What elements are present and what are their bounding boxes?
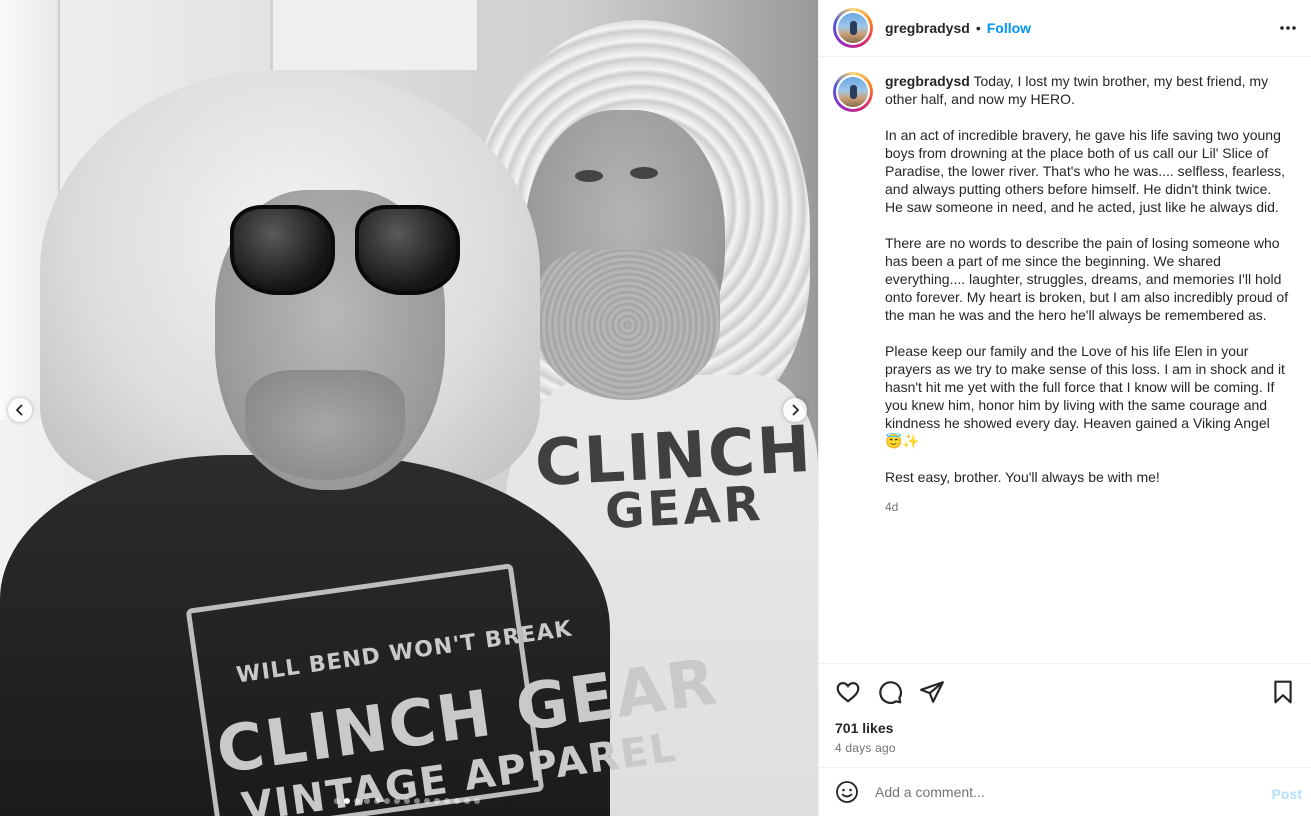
like-count[interactable]: 701 likes xyxy=(835,720,893,736)
carousel-dot xyxy=(434,798,440,804)
caption-gap xyxy=(885,108,1290,126)
carousel-dot xyxy=(364,798,370,804)
carousel-dot xyxy=(394,798,400,804)
action-bar: 701 likes 4 days ago xyxy=(819,663,1311,767)
caption-paragraph: Please keep our family and the Love of h… xyxy=(885,343,1289,449)
shirt-right-text-line: GEAR xyxy=(603,475,765,541)
more-horizontal-icon xyxy=(1280,26,1296,30)
photo-person-right-beard xyxy=(535,250,720,400)
comment-icon[interactable] xyxy=(877,679,903,705)
caption-username[interactable]: gregbradysd xyxy=(885,73,970,89)
follow-button[interactable]: Follow xyxy=(987,20,1031,36)
carousel-dot xyxy=(344,798,350,804)
story-ring[interactable] xyxy=(833,8,873,48)
caption-paragraph: gregbradysd Today, I lost my twin brothe… xyxy=(885,72,1290,108)
carousel-dot xyxy=(374,798,380,804)
photo-door-frame xyxy=(270,0,480,70)
caption-paragraph: There are no words to describe the pain … xyxy=(885,235,1292,323)
caption-avatar xyxy=(836,75,870,109)
more-options-button[interactable] xyxy=(1278,18,1298,38)
post-media[interactable]: CLINCH GEAR WILL BEND WON'T BREAK CLINCH… xyxy=(0,0,818,816)
post-header: gregbradysd • Follow xyxy=(819,0,1311,57)
caption-timestamp[interactable]: 4d xyxy=(885,498,1290,516)
sunglasses-lens xyxy=(355,205,460,295)
header-separator: • xyxy=(975,20,981,36)
caption-paragraph: Rest easy, brother. You'll always be wit… xyxy=(885,469,1160,485)
photo-sunglasses xyxy=(230,205,465,300)
header-username[interactable]: gregbradysd xyxy=(885,20,970,36)
carousel-dot xyxy=(474,798,480,804)
post-comment-button[interactable]: Post xyxy=(1272,786,1302,802)
carousel-dot xyxy=(454,798,460,804)
carousel-dot xyxy=(384,798,390,804)
post-date: 4 days ago xyxy=(835,741,896,755)
carousel-dot xyxy=(464,798,470,804)
share-icon[interactable] xyxy=(919,679,945,705)
action-icons xyxy=(835,679,945,705)
carousel-dot xyxy=(334,798,340,804)
comment-input[interactable] xyxy=(875,784,1245,800)
caption-gap xyxy=(885,450,1290,468)
post-dialog: CLINCH GEAR WILL BEND WON'T BREAK CLINCH… xyxy=(0,0,1311,816)
photo-person-left-beard xyxy=(245,370,405,480)
photo-eye xyxy=(575,170,603,182)
post-sidebar: gregbradysd • Follow gregbradysd Today, … xyxy=(818,0,1311,816)
carousel-dot xyxy=(424,798,430,804)
caption-story-ring[interactable] xyxy=(833,72,873,112)
carousel-dots xyxy=(334,798,480,804)
caption-gap xyxy=(885,216,1290,234)
carousel-dot xyxy=(404,798,410,804)
heart-icon[interactable] xyxy=(835,679,861,705)
bookmark-icon[interactable] xyxy=(1270,679,1296,705)
emoji-icon[interactable] xyxy=(835,780,859,804)
chevron-right-icon xyxy=(792,404,800,416)
photo-eye xyxy=(630,167,658,179)
caption-paragraph: In an act of incredible bravery, he gave… xyxy=(885,127,1289,215)
chevron-left-icon xyxy=(15,404,23,416)
caption: gregbradysd Today, I lost my twin brothe… xyxy=(833,72,1303,516)
sunglasses-lens xyxy=(230,205,335,295)
carousel-dot xyxy=(444,798,450,804)
caption-body: gregbradysd Today, I lost my twin brothe… xyxy=(885,72,1290,516)
carousel-dot xyxy=(414,798,420,804)
caption-gap xyxy=(885,324,1290,342)
carousel-dot xyxy=(354,798,360,804)
carousel-prev-button[interactable] xyxy=(8,398,32,422)
comment-bar: Post xyxy=(819,767,1311,816)
avatar xyxy=(836,11,870,45)
carousel-next-button[interactable] xyxy=(783,398,807,422)
